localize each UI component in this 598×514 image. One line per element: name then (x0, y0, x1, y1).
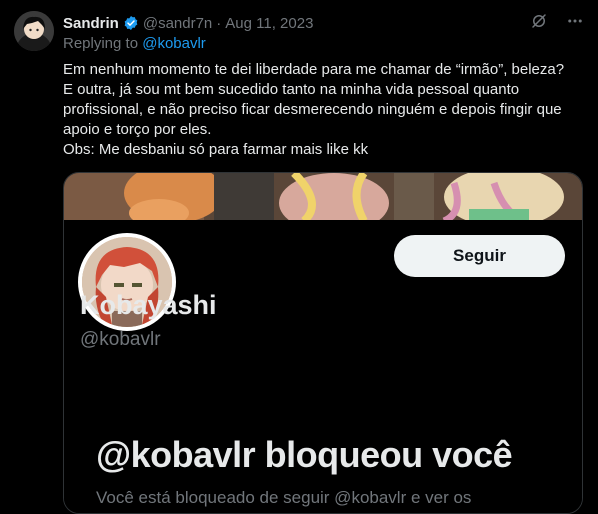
tweet-header: Sandrin @sandr7n · Aug 11, 2023 (63, 13, 313, 33)
tweet-text: Em nenhum momento te dei liberdade para … (63, 60, 573, 160)
meta-separator: · (216, 14, 222, 32)
tweet-top-actions (530, 12, 584, 35)
author-avatar-image (14, 11, 54, 51)
more-options-icon[interactable] (566, 12, 584, 35)
profile-handle: @kobavlr (80, 329, 161, 350)
replying-mention-link[interactable]: @kobavlr (142, 35, 206, 52)
tweet-text-paragraph: Em nenhum momento te dei liberdade para … (63, 61, 565, 138)
profile-banner-image (64, 173, 582, 221)
blocked-subtitle: Você está bloqueado de seguir @kobavlr e… (96, 488, 472, 507)
replying-to: Replying to @kobavlr (63, 35, 206, 52)
reply-tweet: Sandrin @sandr7n · Aug 11, 2023 Replying… (0, 0, 598, 514)
replying-prefix: Replying to (63, 35, 139, 52)
tweet-date[interactable]: Aug 11, 2023 (225, 15, 313, 32)
attached-screenshot[interactable]: Seguir Kobayashi @kobavlr @kobavlr bloqu… (63, 172, 583, 514)
author-avatar[interactable] (14, 11, 54, 51)
verified-badge-icon (123, 15, 139, 31)
blocked-title: @kobavlr bloqueou você (96, 434, 513, 475)
profile-name: Kobayashi (80, 290, 217, 320)
embedded-profile-card: Seguir Kobayashi @kobavlr @kobavlr bloqu… (64, 220, 582, 513)
author-name[interactable]: Sandrin (63, 15, 119, 32)
follow-button[interactable]: Seguir (394, 235, 565, 277)
author-handle[interactable]: @sandr7n (143, 15, 212, 32)
grok-icon[interactable] (530, 12, 548, 35)
tweet-text-paragraph: Obs: Me desbaniu só para farmar mais lik… (63, 141, 369, 158)
